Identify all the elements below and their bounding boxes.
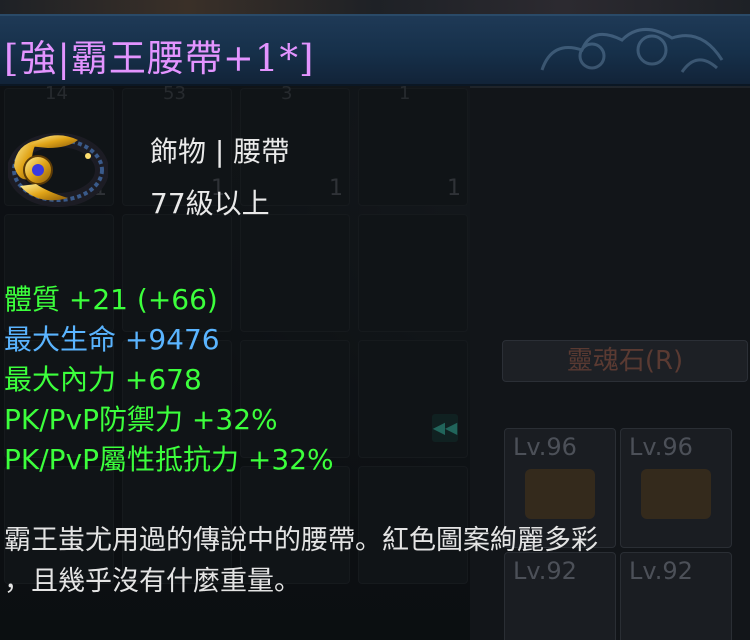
stats-list: 體質 +21 (+66) 最大生命 +9476 最大內力 +678 PK/PvP…: [4, 280, 334, 480]
stat-line: PK/PvP防禦力 +32%: [4, 403, 278, 436]
belt-icon: [8, 133, 108, 207]
top-strip: [0, 0, 750, 14]
item-level-requirement: 77級以上: [150, 187, 270, 220]
item-type: 飾物 | 腰帶: [150, 135, 290, 168]
game-screen: 14 1 53 1 3 1 1 1 靈魂石(R) Lv.96 L: [0, 0, 750, 640]
tooltip-title-bar: [強|霸王腰帶+1*]: [0, 14, 750, 86]
description-line: ，且幾乎沒有什麼重量。: [4, 566, 301, 597]
stat-line: 最大生命 +9476: [4, 323, 220, 356]
stat-line: 體質 +21 (+66): [4, 283, 218, 316]
chest-icon: [641, 469, 711, 519]
description-line: 霸王蚩尤用過的傳說中的腰帶。紅色圖案絢麗多彩: [4, 525, 598, 556]
stat-line: 最大內力 +678: [4, 363, 202, 396]
chest-icon: [525, 469, 595, 519]
stat-line: PK/PvP屬性抵抗力 +32%: [4, 443, 334, 476]
slot-level: Lv.96: [629, 433, 693, 461]
item-title: [強|霸王腰帶+1*]: [4, 37, 315, 80]
soul-stone-header: 靈魂石(R): [502, 340, 748, 382]
cloud-decoration-icon: [540, 28, 724, 73]
item-description: 霸王蚩尤用過的傳說中的腰帶。紅色圖案絢麗多彩 ，且幾乎沒有什麼重量。: [4, 520, 724, 602]
slot-level: Lv.96: [513, 433, 577, 461]
